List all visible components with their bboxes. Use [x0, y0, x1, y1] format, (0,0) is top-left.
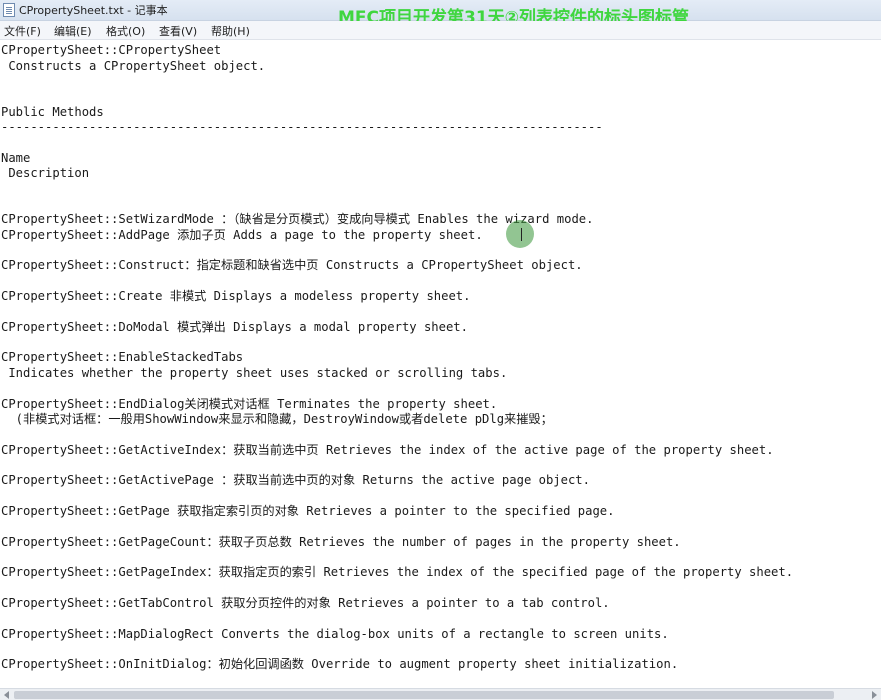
doc-line: CPropertySheet::SetWizardMode ：（缺省是分页模式）… — [1, 212, 594, 226]
window-title: CPropertySheet.txt - 记事本 — [19, 4, 168, 17]
doc-line: CPropertySheet::GetTabControl 获取分页控件的对象 … — [1, 596, 610, 610]
doc-line: Description — [1, 166, 90, 180]
doc-line: CPropertySheet::Construct：指定标题和缺省选中页 Con… — [1, 258, 583, 272]
doc-line: CPropertySheet::GetPageIndex：获取指定页的索引 Re… — [1, 565, 794, 579]
text-cursor — [521, 228, 522, 241]
menu-view[interactable]: 查看(V) — [159, 23, 197, 39]
scrollbar-thumb[interactable] — [14, 691, 834, 699]
doc-line: CPropertySheet::GetActivePage ：获取当前选中页的对… — [1, 473, 590, 487]
doc-line: Constructs a CPropertySheet object. — [1, 59, 266, 73]
menu-format[interactable]: 格式(O) — [106, 23, 145, 39]
menu-bar: 文件(F) 编辑(E) 格式(O) 查看(V) 帮助(H) — [0, 21, 881, 40]
doc-line: CPropertySheet::GetPage 获取指定索引页的对象 Retri… — [1, 504, 615, 518]
menu-help[interactable]: 帮助(H) — [211, 23, 250, 39]
horizontal-scrollbar[interactable] — [0, 688, 881, 700]
doc-line: Public Methods — [1, 105, 104, 119]
doc-line: ----------------------------------------… — [1, 120, 603, 134]
menu-edit[interactable]: 编辑(E) — [54, 23, 92, 39]
mouse-click-highlight — [506, 220, 534, 248]
doc-line: CPropertySheet::EnableStackedTabs — [1, 350, 244, 364]
doc-line: Name — [1, 151, 31, 165]
notepad-icon — [3, 3, 15, 17]
doc-line: CPropertySheet::OnInitDialog：初始化回调函数 Ove… — [1, 657, 679, 671]
doc-line: CPropertySheet::CPropertySheet — [1, 43, 222, 57]
doc-line: CPropertySheet::MapDialogRect Converts t… — [1, 627, 669, 641]
menu-file[interactable]: 文件(F) — [4, 23, 41, 39]
doc-line: CPropertySheet::EndDialog关闭模式对话框 Termina… — [1, 397, 498, 411]
doc-line: CPropertySheet::GetPageCount：获取子页总数 Retr… — [1, 535, 681, 549]
doc-line: CPropertySheet::AddPage 添加子页 Adds a page… — [1, 228, 483, 242]
doc-line: CPropertySheet::DoModal 模式弹出 Displays a … — [1, 320, 468, 334]
doc-line: CPropertySheet::Create 非模式 Displays a mo… — [1, 289, 471, 303]
scroll-left-arrow-icon[interactable] — [4, 691, 9, 699]
text-editor-area[interactable]: CPropertySheet::CPropertySheet Construct… — [1, 43, 879, 688]
scroll-right-arrow-icon[interactable] — [872, 691, 877, 699]
doc-line: CPropertySheet::GetActiveIndex：获取当前选中页 R… — [1, 443, 774, 457]
doc-line: (非模式对话框：一般用ShowWindow来显示和隐藏，DestroyWindo… — [1, 412, 553, 426]
doc-line: Indicates whether the property sheet use… — [1, 366, 508, 380]
title-bar[interactable]: CPropertySheet.txt - 记事本 MFC项目开发第31天②列表控… — [0, 0, 881, 28]
notepad-window: CPropertySheet.txt - 记事本 MFC项目开发第31天②列表控… — [0, 0, 881, 700]
